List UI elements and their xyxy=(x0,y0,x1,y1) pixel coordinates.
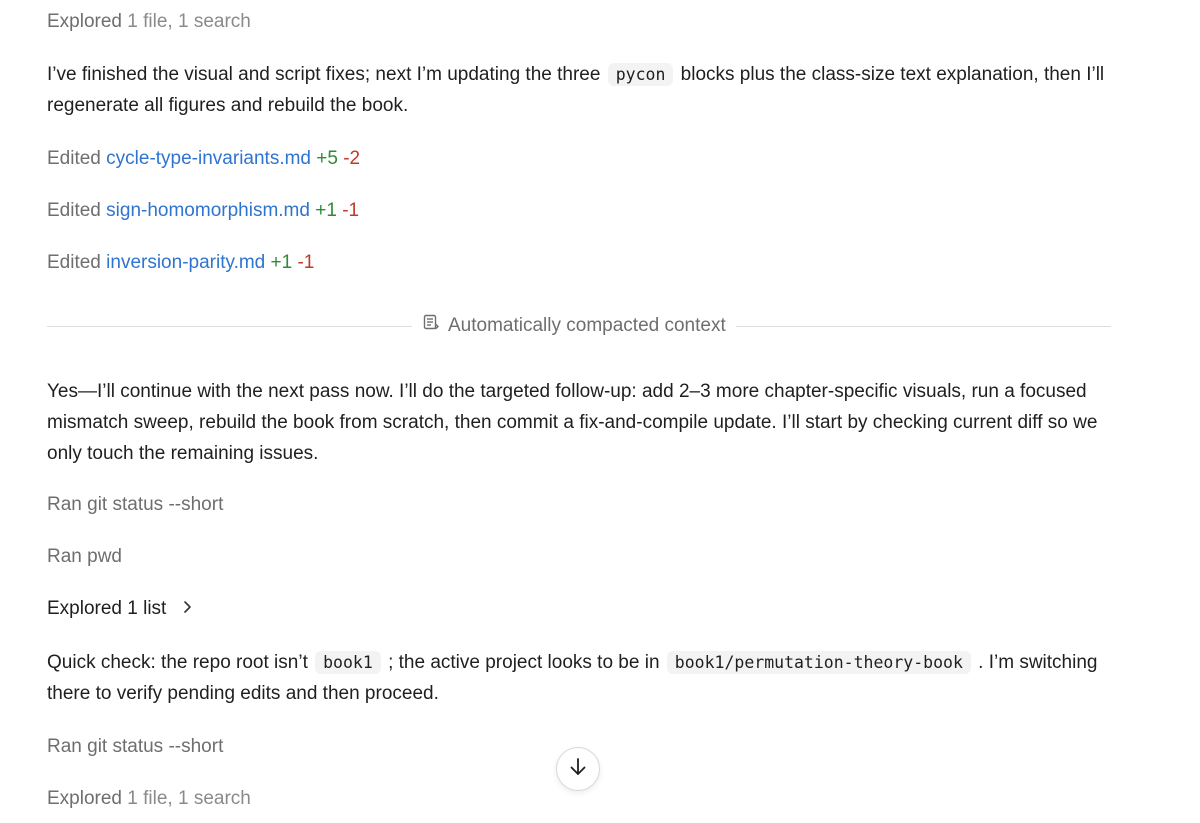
explored-verb: Explored xyxy=(47,11,122,32)
edit-verb: Edited xyxy=(47,148,101,169)
edit-verb: Edited xyxy=(47,252,101,273)
lines-removed: -1 xyxy=(342,200,360,221)
inline-code: book1/permutation-theory-book xyxy=(666,651,971,674)
edited-file-link[interactable]: inversion-parity.md xyxy=(106,252,265,273)
lines-added: +5 xyxy=(316,148,338,169)
assistant-message-2: Yes—I’ll continue with the next pass now… xyxy=(47,381,1098,464)
divider-label: Automatically compacted context xyxy=(448,315,726,336)
edit-entry-cycle-type[interactable]: Edited cycle-type-invariants.md +5 -2 xyxy=(47,146,360,172)
inline-code: pycon xyxy=(607,63,674,86)
arrow-down-icon xyxy=(567,756,589,783)
message-text: Quick check: the repo root isn’t xyxy=(47,652,308,673)
edited-file-link[interactable]: cycle-type-invariants.md xyxy=(106,148,311,169)
explored-list-label: Explored 1 list xyxy=(47,598,167,620)
compact-context-icon xyxy=(422,313,440,339)
explored-list-entry[interactable]: Explored 1 list xyxy=(47,596,192,622)
edit-entry-inversion-parity[interactable]: Edited inversion-parity.md +1 -1 xyxy=(47,250,314,276)
lines-removed: -2 xyxy=(343,148,361,169)
assistant-message-1: I’ve finished the visual and script fixe… xyxy=(47,59,1127,121)
explored-verb: Explored xyxy=(47,788,122,809)
context-divider: Automatically compacted context xyxy=(412,313,736,339)
explored-summary-bottom[interactable]: Explored 1 file, 1 search xyxy=(47,786,251,812)
scroll-to-bottom-button[interactable] xyxy=(556,747,600,791)
lines-added: +1 xyxy=(270,252,293,273)
explored-summary-top[interactable]: Explored 1 file, 1 search xyxy=(47,9,251,35)
explored-detail: 1 file, 1 search xyxy=(127,788,251,809)
inline-code: book1 xyxy=(315,651,381,674)
command-entry-git-status[interactable]: Ran git status --short xyxy=(47,492,223,518)
explored-detail: 1 file, 1 search xyxy=(127,11,251,32)
edited-file-link[interactable]: sign-homomorphism.md xyxy=(106,200,310,221)
edit-entry-sign-homomorphism[interactable]: Edited sign-homomorphism.md +1 -1 xyxy=(47,198,359,224)
lines-removed: -1 xyxy=(297,252,315,273)
command-entry-pwd[interactable]: Ran pwd xyxy=(47,544,122,570)
lines-added: +1 xyxy=(315,200,337,221)
edit-verb: Edited xyxy=(47,200,101,221)
assistant-message-3: Quick check: the repo root isn’t book1 ;… xyxy=(47,647,1127,709)
message-text: ; the active project looks to be in xyxy=(388,652,660,673)
chevron-right-icon[interactable] xyxy=(182,596,192,622)
command-entry-git-status-2[interactable]: Ran git status --short xyxy=(47,734,223,760)
message-text: I’ve finished the visual and script fixe… xyxy=(47,64,601,85)
